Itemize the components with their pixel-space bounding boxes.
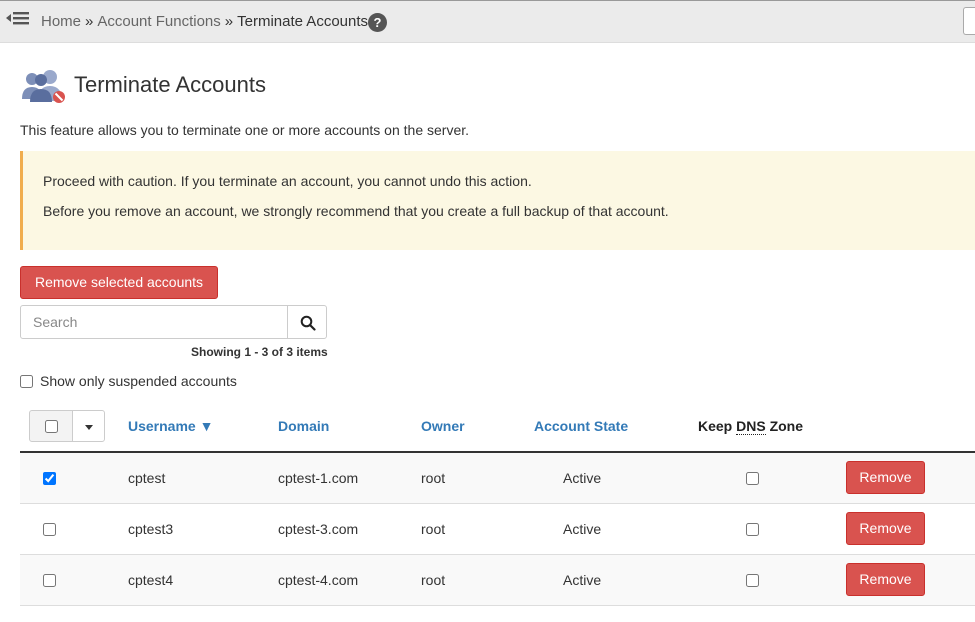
caution-alert: Proceed with caution. If you terminate a…	[20, 151, 975, 250]
select-all-group	[29, 410, 105, 442]
caret-down-icon	[85, 425, 93, 430]
row-select-checkbox[interactable]	[43, 472, 56, 485]
header-account-state[interactable]: Account State	[534, 418, 628, 434]
suspended-filter: Show only suspended accounts	[20, 373, 237, 389]
search-button[interactable]	[287, 305, 327, 339]
row-owner: root	[421, 470, 446, 486]
row-keep-dns-checkbox[interactable]	[746, 574, 759, 587]
topbar-right-control[interactable]	[963, 7, 975, 35]
remove-selected-button[interactable]: Remove selected accounts	[20, 266, 218, 299]
select-all-box	[29, 410, 73, 442]
breadcrumb: Home» Account Functions» Terminate Account…	[41, 13, 368, 30]
search-input[interactable]	[20, 305, 288, 339]
row-account-state: Active	[563, 572, 602, 588]
row-remove-button[interactable]: Remove	[846, 461, 925, 494]
row-account-state: Active	[563, 470, 602, 486]
row-remove-button[interactable]: Remove	[846, 512, 925, 545]
caution-line-2: Before you remove an account, we strongl…	[43, 203, 669, 219]
select-all-checkbox[interactable]	[45, 420, 58, 433]
keep-dns-prefix: Keep	[698, 418, 737, 434]
row-keep-dns-checkbox[interactable]	[746, 523, 759, 536]
menu-collapse-icon[interactable]	[6, 9, 30, 29]
breadcrumb-account-functions[interactable]: Account Functions	[97, 13, 220, 30]
suspended-filter-checkbox[interactable]	[20, 374, 33, 388]
row-account-state: Active	[563, 521, 602, 537]
help-icon[interactable]: ?	[368, 13, 387, 32]
breadcrumb-separator: »	[224, 13, 234, 30]
row-domain: cptest-1.com	[278, 470, 359, 486]
paging-summary: Showing 1 - 3 of 3 items	[191, 345, 328, 359]
page-description: This feature allows you to terminate one…	[20, 122, 470, 138]
page-title: Terminate Accounts	[74, 72, 266, 97]
breadcrumb-home[interactable]: Home	[41, 13, 81, 30]
table-row: cptest4 cptest-4.com root Active Remove	[20, 555, 975, 606]
top-bar: Home» Account Functions» Terminate Account…	[0, 0, 975, 43]
table-row: cptest3 cptest-3.com root Active Remove	[20, 504, 975, 555]
header-keep-dns-zone: Keep DNS Zone	[698, 418, 804, 435]
table-row: cptest cptest-1.com root Active Remove	[20, 453, 975, 504]
caution-line-1: Proceed with caution. If you terminate a…	[43, 173, 532, 189]
keep-dns-suffix: Zone	[765, 418, 804, 434]
users-terminate-icon	[20, 69, 68, 105]
row-owner: root	[421, 521, 446, 537]
row-select-checkbox[interactable]	[43, 574, 56, 587]
row-domain: cptest-4.com	[278, 572, 359, 588]
select-options-dropdown[interactable]	[72, 410, 105, 442]
suspended-filter-label: Show only suspended accounts	[40, 373, 237, 389]
breadcrumb-separator: »	[85, 13, 94, 30]
row-username: cptest3	[128, 521, 174, 537]
row-username: cptest	[128, 470, 166, 486]
row-select-checkbox[interactable]	[43, 523, 56, 536]
header-username[interactable]: Username ▼	[128, 418, 213, 434]
header-domain[interactable]: Domain	[278, 418, 329, 434]
row-username: cptest4	[128, 572, 174, 588]
row-domain: cptest-3.com	[278, 521, 359, 537]
search-icon	[300, 315, 316, 331]
row-keep-dns-checkbox[interactable]	[746, 472, 759, 485]
breadcrumb-current: Terminate Accounts	[237, 13, 369, 30]
dns-abbreviation: DNS	[736, 418, 766, 435]
row-owner: root	[421, 572, 446, 588]
header-owner[interactable]: Owner	[421, 418, 465, 434]
row-remove-button[interactable]: Remove	[846, 563, 925, 596]
